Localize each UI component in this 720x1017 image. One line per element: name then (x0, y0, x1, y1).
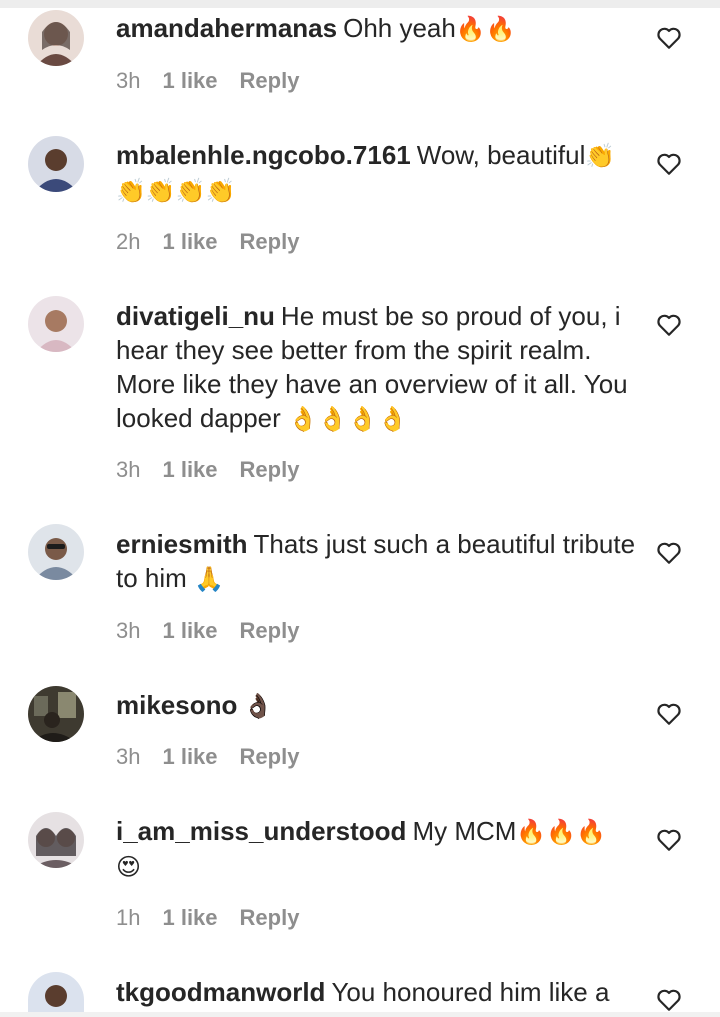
avatar[interactable] (28, 136, 84, 192)
reply-button[interactable]: Reply (240, 457, 300, 483)
comment-time: 3h (116, 68, 141, 93)
comment-text: My MCM (412, 816, 517, 846)
heart-icon[interactable] (656, 828, 682, 852)
comment-emojis: 🙏 (194, 565, 224, 593)
heart-icon[interactable] (656, 988, 682, 1012)
comment-username[interactable]: mikesono (116, 690, 237, 720)
avatar[interactable] (28, 686, 84, 742)
heart-icon[interactable] (656, 313, 682, 337)
reply-button[interactable]: Reply (240, 905, 300, 931)
comment-emojis: 👌👌👌👌 (288, 405, 408, 433)
heart-icon[interactable] (656, 541, 682, 565)
comment-time: 2h (116, 229, 141, 254)
comment-meta: 2h 1 like Reply (116, 229, 299, 255)
comment-likes[interactable]: 1 like (162, 68, 217, 94)
reply-button[interactable]: Reply (240, 744, 300, 770)
comment-meta: 3h 1 like Reply (116, 68, 299, 94)
comment-text: Wow, beautiful (416, 140, 586, 170)
reply-button[interactable]: Reply (240, 68, 300, 94)
comment-likes[interactable]: 1 like (162, 744, 217, 770)
comment-text: Ohh yeah (343, 13, 456, 43)
comment-likes[interactable]: 1 like (162, 905, 217, 931)
comment-username[interactable]: i_am_miss_understood (116, 816, 406, 846)
avatar[interactable] (28, 524, 84, 580)
comment-body: divatigeli_nu He must be so proud of you,… (116, 299, 636, 436)
comment-likes[interactable]: 1 like (162, 457, 217, 483)
avatar[interactable] (28, 296, 84, 352)
reply-button[interactable]: Reply (240, 618, 300, 644)
comment-time: 3h (116, 744, 141, 769)
heart-icon[interactable] (656, 26, 682, 50)
avatar[interactable] (28, 812, 84, 868)
comment-body: erniesmith Thats just such a beautiful tr… (116, 527, 636, 596)
comment-meta: 1h 1 like Reply (116, 905, 299, 931)
comment-body: amandahermanas Ohh yeah🔥🔥 (116, 11, 636, 46)
top-divider (0, 0, 720, 8)
comment-username[interactable]: divatigeli_nu (116, 301, 275, 331)
comment-text: You honoured him like a (331, 977, 610, 1007)
comment-username[interactable]: amandahermanas (116, 13, 337, 43)
heart-icon[interactable] (656, 152, 682, 176)
heart-icon[interactable] (656, 702, 682, 726)
comment-username[interactable]: mbalenhle.ngcobo.7161 (116, 140, 411, 170)
comment-username[interactable]: tkgoodmanworld (116, 977, 325, 1007)
comment-emojis: 🔥🔥 (455, 15, 516, 43)
reply-button[interactable]: Reply (240, 229, 300, 255)
comment-time: 3h (116, 457, 141, 482)
avatar[interactable] (28, 10, 84, 66)
comment-likes[interactable]: 1 like (162, 229, 217, 255)
comment-meta: 3h 1 like Reply (116, 618, 299, 644)
comment-body: tkgoodmanworld You honoured him like a (116, 975, 636, 1012)
bottom-edge (0, 1012, 720, 1017)
comment-meta: 3h 1 like Reply (116, 744, 299, 770)
avatar[interactable] (28, 972, 84, 1012)
comment-meta: 3h 1 like Reply (116, 457, 299, 483)
comment-likes[interactable]: 1 like (162, 618, 217, 644)
comment-username[interactable]: erniesmith (116, 529, 248, 559)
comment-time: 1h (116, 905, 141, 930)
comment-body: mikesono 👌🏿 (116, 688, 636, 723)
comment-body: i_am_miss_understood My MCM🔥🔥🔥 😍 (116, 814, 636, 884)
comment-emojis: 👌🏿 (243, 692, 274, 720)
comment-time: 3h (116, 618, 141, 643)
comment-body: mbalenhle.ngcobo.7161 Wow, beautiful👏👏👏👏👏 (116, 138, 636, 208)
